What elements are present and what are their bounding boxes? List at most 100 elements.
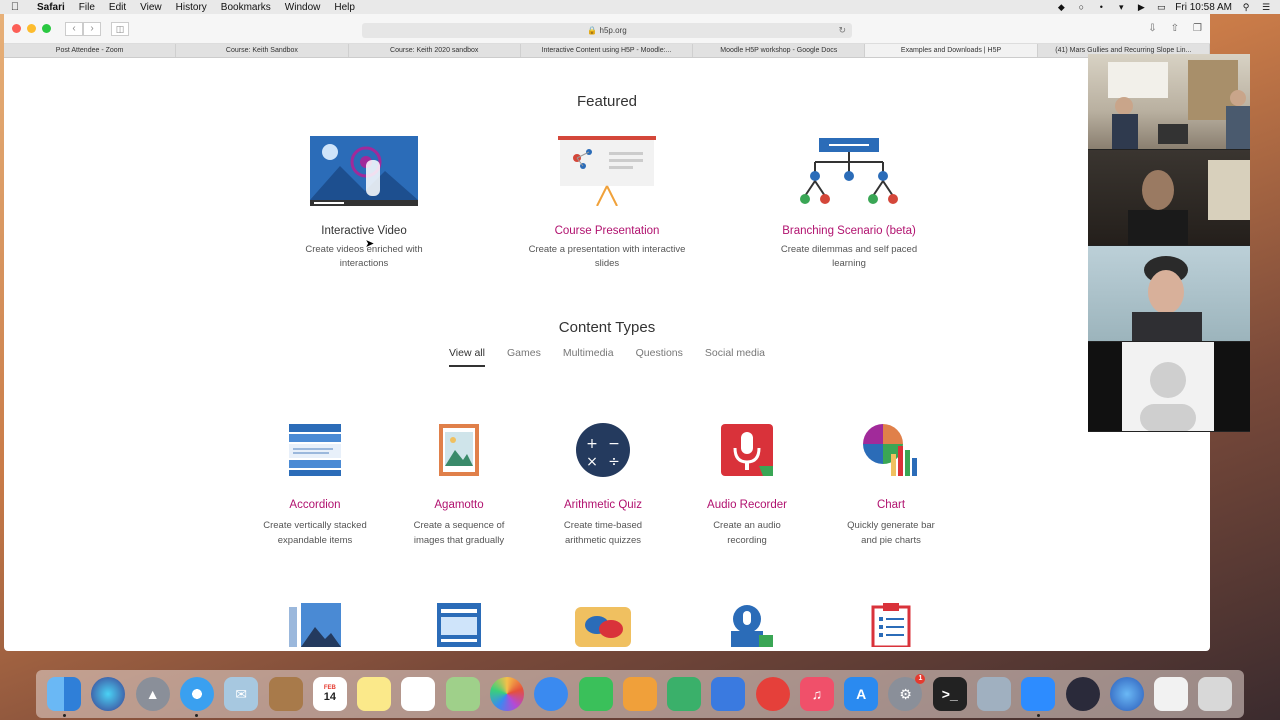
calendar-icon[interactable]: FEB 14 bbox=[312, 677, 347, 711]
menu-edit[interactable]: Edit bbox=[102, 2, 133, 13]
battery-icon[interactable]: ▭ bbox=[1155, 2, 1167, 12]
collage-icon[interactable] bbox=[431, 603, 487, 647]
sidebar-toggle-button[interactable]: ◫ bbox=[111, 21, 129, 36]
news-icon[interactable] bbox=[755, 677, 790, 711]
menu-window[interactable]: Window bbox=[278, 2, 328, 13]
terminal-icon[interactable]: >_ bbox=[932, 677, 967, 711]
branching-scenario-icon bbox=[800, 138, 898, 204]
video-tile-participant-1[interactable] bbox=[1088, 54, 1250, 150]
mail-icon[interactable]: ✉ bbox=[224, 677, 259, 711]
messages-icon[interactable] bbox=[534, 677, 569, 711]
launchpad-icon[interactable]: ▲ bbox=[135, 677, 170, 711]
content-type-filters: View all Games Multimedia Questions Soci… bbox=[4, 347, 1210, 367]
content-type-chart[interactable]: Chart Quickly generate bar and pie chart… bbox=[826, 422, 956, 548]
address-bar[interactable]: 🔒 h5p.org ↻ bbox=[362, 23, 852, 38]
featured-desc: Create videos enriched with interactions bbox=[264, 243, 464, 271]
reminders-icon[interactable] bbox=[401, 677, 436, 711]
menu-bookmarks[interactable]: Bookmarks bbox=[214, 2, 278, 13]
wifi-icon[interactable]: ▾ bbox=[1115, 2, 1127, 12]
content-type-arithmetic-quiz[interactable]: + − × ÷ Arithmetic Quiz Create time-base… bbox=[538, 422, 668, 548]
filter-games[interactable]: Games bbox=[507, 347, 541, 367]
featured-title[interactable]: Branching Scenario (beta) bbox=[749, 225, 949, 237]
safari-icon[interactable] bbox=[179, 677, 214, 717]
speak-the-words-icon[interactable] bbox=[719, 603, 775, 647]
keynote-icon[interactable] bbox=[711, 677, 746, 711]
pages-icon[interactable] bbox=[622, 677, 657, 711]
zoom-icon[interactable] bbox=[1021, 677, 1056, 717]
featured-desc-line: Create dilemmas and self paced bbox=[780, 244, 918, 255]
apple-icon[interactable]:  bbox=[0, 1, 30, 13]
window-controls bbox=[12, 24, 51, 33]
content-type-title[interactable]: Arithmetic Quiz bbox=[538, 499, 668, 511]
facetime-icon[interactable] bbox=[578, 677, 613, 711]
trash-icon[interactable] bbox=[1198, 677, 1233, 711]
notes-icon[interactable] bbox=[357, 677, 392, 711]
content-type-title[interactable]: Audio Recorder bbox=[682, 499, 812, 511]
filter-view-all[interactable]: View all bbox=[448, 347, 485, 367]
notification-icon[interactable]: ☰ bbox=[1260, 2, 1272, 12]
content-type-accordion[interactable]: Accordion Create vertically stacked expa… bbox=[250, 422, 380, 548]
clock[interactable]: Fri 10:58 AM bbox=[1175, 2, 1232, 13]
content-type-desc-line: recording bbox=[727, 535, 767, 546]
featured-desc-line: Create videos enriched with bbox=[305, 244, 423, 255]
creative-cloud-icon[interactable]: ○ bbox=[1075, 2, 1087, 12]
maps-icon[interactable] bbox=[445, 677, 480, 711]
menu-history[interactable]: History bbox=[169, 2, 214, 13]
system-preferences-icon[interactable]: ⚙ 1 bbox=[888, 674, 926, 711]
menu-bar:  Safari File Edit View History Bookmark… bbox=[0, 0, 1280, 14]
content-type-audio-recorder[interactable]: Audio Recorder Create an audio recording bbox=[682, 422, 812, 548]
photos-icon[interactable] bbox=[489, 677, 524, 711]
tab-keith-sandbox[interactable]: Course: Keith Sandbox bbox=[176, 44, 349, 57]
tab-keith-2020-sandbox[interactable]: Course: Keith 2020 sandbox bbox=[349, 44, 521, 57]
quicktime-icon[interactable] bbox=[1065, 677, 1100, 711]
tab-interactive-content[interactable]: Interactive Content using H5P - Moodle:.… bbox=[521, 44, 694, 57]
featured-branching-scenario[interactable]: Branching Scenario (beta) Create dilemma… bbox=[749, 136, 949, 271]
siri-icon[interactable] bbox=[91, 677, 126, 711]
tab-h5p-examples[interactable]: Examples and Downloads | H5P bbox=[865, 44, 1038, 57]
tab-zoom[interactable]: Post Attendee - Zoom bbox=[4, 44, 177, 57]
downloads-folder-icon[interactable] bbox=[1154, 677, 1189, 711]
documentation-tool-icon[interactable] bbox=[863, 603, 919, 647]
featured-title[interactable]: Course Presentation bbox=[507, 225, 707, 237]
fullscreen-button[interactable] bbox=[42, 24, 51, 33]
menu-view[interactable]: View bbox=[133, 2, 169, 13]
featured-title[interactable]: Interactive Video bbox=[264, 225, 464, 237]
filter-multimedia[interactable]: Multimedia bbox=[563, 347, 614, 367]
finder-icon[interactable] bbox=[47, 677, 82, 717]
content-type-title[interactable]: Chart bbox=[826, 499, 956, 511]
menu-file[interactable]: File bbox=[72, 2, 102, 13]
content-type-title[interactable]: Accordion bbox=[250, 499, 380, 511]
dialog-cards-icon[interactable] bbox=[575, 603, 631, 647]
search-icon[interactable]: ⚲ bbox=[1240, 2, 1252, 12]
video-tile-participant-3[interactable] bbox=[1088, 246, 1250, 342]
tabs-overview-icon[interactable]: ❐ bbox=[1193, 23, 1202, 34]
close-button[interactable] bbox=[12, 24, 21, 33]
numbers-icon[interactable] bbox=[667, 677, 702, 711]
menu-help[interactable]: Help bbox=[327, 2, 362, 13]
app-store-icon[interactable]: A bbox=[844, 677, 879, 711]
music-icon[interactable]: ♫ bbox=[799, 677, 834, 711]
dropbox-icon[interactable]: ◆ bbox=[1055, 2, 1067, 12]
bluetooth-icon[interactable]: • bbox=[1095, 2, 1107, 12]
back-button[interactable]: ‹ bbox=[65, 21, 83, 36]
video-tile-participant-2[interactable] bbox=[1088, 150, 1250, 246]
forward-button[interactable]: › bbox=[83, 21, 101, 36]
network-globe-icon[interactable] bbox=[1109, 677, 1144, 711]
image-slider-icon[interactable] bbox=[287, 603, 343, 647]
contacts-icon[interactable] bbox=[268, 677, 303, 711]
featured-course-presentation[interactable]: Course Presentation Create a presentatio… bbox=[507, 136, 707, 271]
tab-google-docs[interactable]: Moodle H5P workshop - Google Docs bbox=[693, 44, 866, 57]
content-type-title[interactable]: Agamotto bbox=[394, 499, 524, 511]
volume-icon[interactable]: ▶ bbox=[1135, 2, 1147, 12]
filter-questions[interactable]: Questions bbox=[636, 347, 683, 367]
content-type-agamotto[interactable]: Agamotto Create a sequence of images tha… bbox=[394, 422, 524, 548]
preview-icon[interactable] bbox=[977, 677, 1012, 711]
download-icon[interactable]: ⇩ bbox=[1148, 23, 1156, 34]
menu-app-safari[interactable]: Safari bbox=[30, 2, 72, 13]
filter-social-media[interactable]: Social media bbox=[705, 347, 765, 367]
reload-icon[interactable]: ↻ bbox=[838, 25, 846, 36]
minimize-button[interactable] bbox=[27, 24, 36, 33]
share-icon[interactable]: ⇧ bbox=[1171, 23, 1179, 34]
featured-interactive-video[interactable]: Interactive Video Create videos enriched… bbox=[264, 136, 464, 271]
video-tile-participant-4[interactable] bbox=[1088, 342, 1250, 432]
